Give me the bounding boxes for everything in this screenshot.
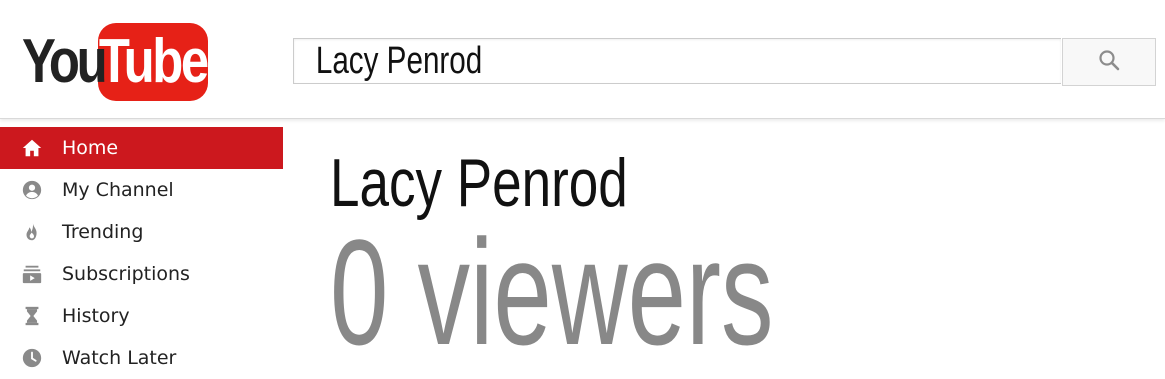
logo-tube-text: Tube: [99, 27, 209, 96]
sidebar-item-label: Home: [62, 137, 119, 159]
search-input[interactable]: Lacy Penrod: [293, 38, 1061, 84]
hourglass-icon: [20, 304, 44, 328]
sidebar-item-label: My Channel: [62, 179, 174, 201]
search-query-text: Lacy Penrod: [315, 39, 483, 82]
clock-icon: [20, 346, 44, 370]
sidebar-item-home[interactable]: Home: [0, 127, 283, 169]
masthead: You Tube Lacy Penrod: [0, 0, 1165, 119]
sidebar-item-my-channel[interactable]: My Channel: [0, 169, 283, 211]
search-button[interactable]: [1062, 38, 1156, 86]
logo-tube-box: Tube: [98, 23, 209, 101]
viewer-count: 0 viewers: [330, 208, 774, 376]
home-icon: [20, 136, 44, 160]
search-icon: [1098, 49, 1120, 75]
flame-icon: [20, 220, 44, 244]
sidebar-item-subscriptions[interactable]: Subscriptions: [0, 253, 283, 295]
sidebar-item-trending[interactable]: Trending: [0, 211, 283, 253]
account-icon: [20, 178, 44, 202]
subscriptions-icon: [20, 262, 44, 286]
logo-you-text: You: [22, 27, 108, 96]
sidebar: Home My Channel Trending Subscriptions H…: [0, 127, 283, 379]
sidebar-item-label: Watch Later: [62, 347, 177, 369]
youtube-logo[interactable]: You Tube: [22, 22, 209, 102]
sidebar-item-label: History: [62, 305, 130, 327]
sidebar-item-label: Trending: [62, 221, 144, 243]
sidebar-item-label: Subscriptions: [62, 263, 190, 285]
sidebar-item-history[interactable]: History: [0, 295, 283, 337]
sidebar-item-watch-later[interactable]: Watch Later: [0, 337, 283, 379]
